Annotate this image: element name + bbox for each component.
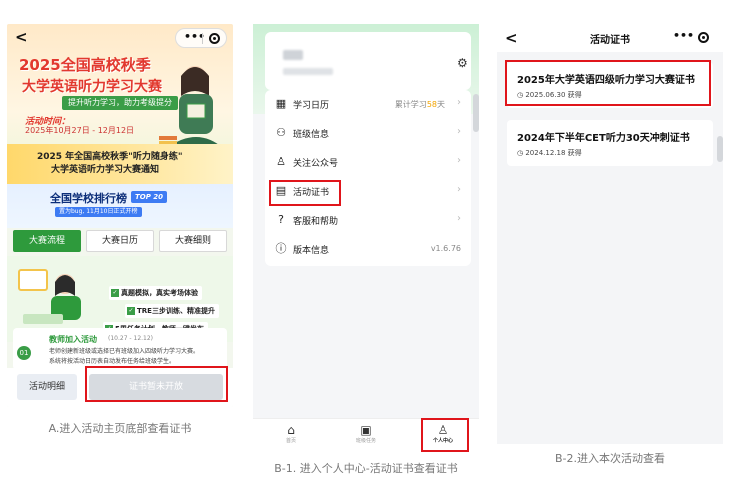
activity-title-line2: 大学英语听力学习大赛 bbox=[22, 79, 162, 95]
scrollbar-handle[interactable] bbox=[717, 136, 723, 162]
step-desc-line1: 老师创建新班级或选择已有班级加入四级听力学习大赛。 bbox=[49, 348, 200, 355]
version-number: v1.6.76 bbox=[430, 244, 461, 253]
mini-program-capsule[interactable]: ••• bbox=[665, 28, 717, 48]
chevron-right-icon: › bbox=[457, 213, 461, 224]
tab-rules[interactable]: 大赛细则 bbox=[159, 230, 227, 252]
user-card[interactable]: ⚙ bbox=[265, 32, 471, 90]
menu-item-label: 版本信息 bbox=[293, 246, 330, 256]
blurred-username bbox=[283, 50, 303, 60]
highlight-box-certificate-button bbox=[85, 366, 228, 402]
tab-class-tasks[interactable]: ▣ 班级任务 bbox=[336, 423, 396, 451]
feature-item: ✓ 真题模拟，真实考场体验 bbox=[109, 286, 202, 300]
caption-b2: B-2.进入本次活动查看 bbox=[554, 452, 665, 465]
chevron-right-icon: › bbox=[457, 155, 461, 166]
settings-gear-icon[interactable]: ⚙ bbox=[457, 57, 468, 69]
tab-calendar[interactable]: 大赛日历 bbox=[86, 230, 154, 252]
caption-a: A.进入活动主页底部查看证书 bbox=[48, 422, 192, 435]
activity-title-line1: 2025全国高校秋季 bbox=[19, 56, 151, 74]
panel-activity-home: < ••• 2025全国高校秋季 大学英语听力学习大赛 提升听力学习，助力考级提… bbox=[7, 24, 233, 407]
highlight-box-certificate-menu bbox=[269, 180, 341, 206]
caption-b1: B-1. 进入个人中心-活动证书查看证书 bbox=[274, 462, 458, 475]
process-step-card: 01 教师加入活动 (10.27 - 12.12) 老师创建新班级或选择已有班级… bbox=[13, 328, 227, 370]
certificate-date: ◷ 2024.12.18 获得 bbox=[517, 149, 582, 157]
home-icon: ⌂ bbox=[287, 423, 295, 437]
scrollbar-handle[interactable] bbox=[473, 94, 479, 132]
rank-title: 全国学校排行榜 bbox=[50, 192, 127, 205]
blurred-user-id bbox=[283, 68, 333, 75]
task-icon: ▣ bbox=[360, 423, 372, 437]
activity-detail-button[interactable]: 活动明细 bbox=[17, 374, 77, 400]
activity-tabs: 大赛流程 大赛日历 大赛细则 bbox=[13, 230, 227, 252]
menu-item-label: 班级信息 bbox=[293, 130, 330, 140]
more-icon[interactable]: ••• bbox=[673, 29, 694, 42]
follow-icon: ♙ bbox=[276, 155, 286, 168]
feature-item: ✓ TRE三步训练、精准提升 bbox=[125, 304, 219, 318]
close-mini-program-icon[interactable] bbox=[698, 32, 709, 43]
rank-badge: TOP 20 bbox=[131, 191, 168, 203]
tab-process[interactable]: 大赛流程 bbox=[13, 230, 81, 252]
chevron-right-icon: › bbox=[457, 184, 461, 195]
notice-banner[interactable]: 2025 年全国高校秋季"听力随身练" 大学英语听力学习大赛通知 bbox=[7, 144, 233, 184]
nav-bar: < 活动证书 ••• bbox=[497, 24, 723, 52]
menu-item-class-info[interactable]: ⚇ 班级信息 › bbox=[265, 119, 471, 148]
step-title: 教师加入活动 bbox=[49, 335, 97, 344]
close-mini-program-icon[interactable] bbox=[209, 33, 220, 44]
mini-program-capsule[interactable]: ••• bbox=[175, 28, 227, 48]
service-icon: ? bbox=[278, 213, 284, 226]
info-icon: ⓘ bbox=[275, 242, 287, 255]
calendar-icon: ▦ bbox=[275, 97, 287, 110]
class-icon: ⚇ bbox=[276, 126, 286, 139]
notice-line2: 大学英语听力学习大赛通知 bbox=[51, 165, 160, 175]
menu-item-version[interactable]: ⓘ 版本信息 v1.6.76 bbox=[265, 235, 471, 264]
menu-item-help[interactable]: ? 客服和帮助 › bbox=[265, 206, 471, 235]
nav-bar: < ••• bbox=[7, 24, 233, 50]
back-arrow-icon[interactable]: < bbox=[15, 29, 28, 45]
menu-item-study-calendar[interactable]: ▦ 学习日历 累计学习58天 › bbox=[265, 90, 471, 119]
panel-personal-center: ⚙ ▦ 学习日历 累计学习58天 › ⚇ 班级信息 › ♙ 关注公众号 › ▤ … bbox=[253, 24, 479, 454]
step-date: (10.27 - 12.12) bbox=[108, 335, 154, 342]
step-number: 01 bbox=[17, 346, 31, 360]
chevron-right-icon: › bbox=[457, 126, 461, 137]
menu-item-follow-account[interactable]: ♙ 关注公众号 › bbox=[265, 148, 471, 177]
rank-subtitle: 置为bug, 11月10日正式开榜 bbox=[55, 207, 142, 217]
menu-item-label: 关注公众号 bbox=[293, 159, 339, 169]
teacher-illustration bbox=[18, 269, 81, 324]
tab-home[interactable]: ⌂ 首页 bbox=[261, 423, 321, 451]
personal-menu-list: ▦ 学习日历 累计学习58天 › ⚇ 班级信息 › ♙ 关注公众号 › ▤ 活动… bbox=[265, 90, 471, 266]
notice-line1: 2025 年全国高校秋季"听力随身练" bbox=[37, 152, 183, 162]
step-desc-line2: 系统将按活动日历表自动发布任务给班级学生。 bbox=[49, 358, 176, 365]
certificate-card[interactable]: 2024年下半年CET听力30天冲刺证书 ◷ 2024.12.18 获得 bbox=[507, 120, 713, 166]
school-ranking-banner[interactable]: 全国学校排行榜 TOP 20 置为bug, 11月10日正式开榜 bbox=[7, 184, 233, 228]
study-days-counter: 累计学习58天 bbox=[394, 100, 445, 109]
activity-time-value: 2025年10月27日 - 12月12日 bbox=[25, 126, 135, 135]
highlight-box-current-certificate bbox=[505, 60, 711, 106]
highlight-box-personal-tab bbox=[421, 418, 469, 452]
menu-item-label: 客服和帮助 bbox=[293, 217, 339, 227]
chevron-right-icon: › bbox=[457, 97, 461, 108]
certificate-title: 2024年下半年CET听力30天冲刺证书 bbox=[517, 133, 690, 144]
menu-item-label: 学习日历 bbox=[293, 101, 330, 111]
activity-subtitle: 提升听力学习，助力考级提分 bbox=[62, 96, 178, 110]
